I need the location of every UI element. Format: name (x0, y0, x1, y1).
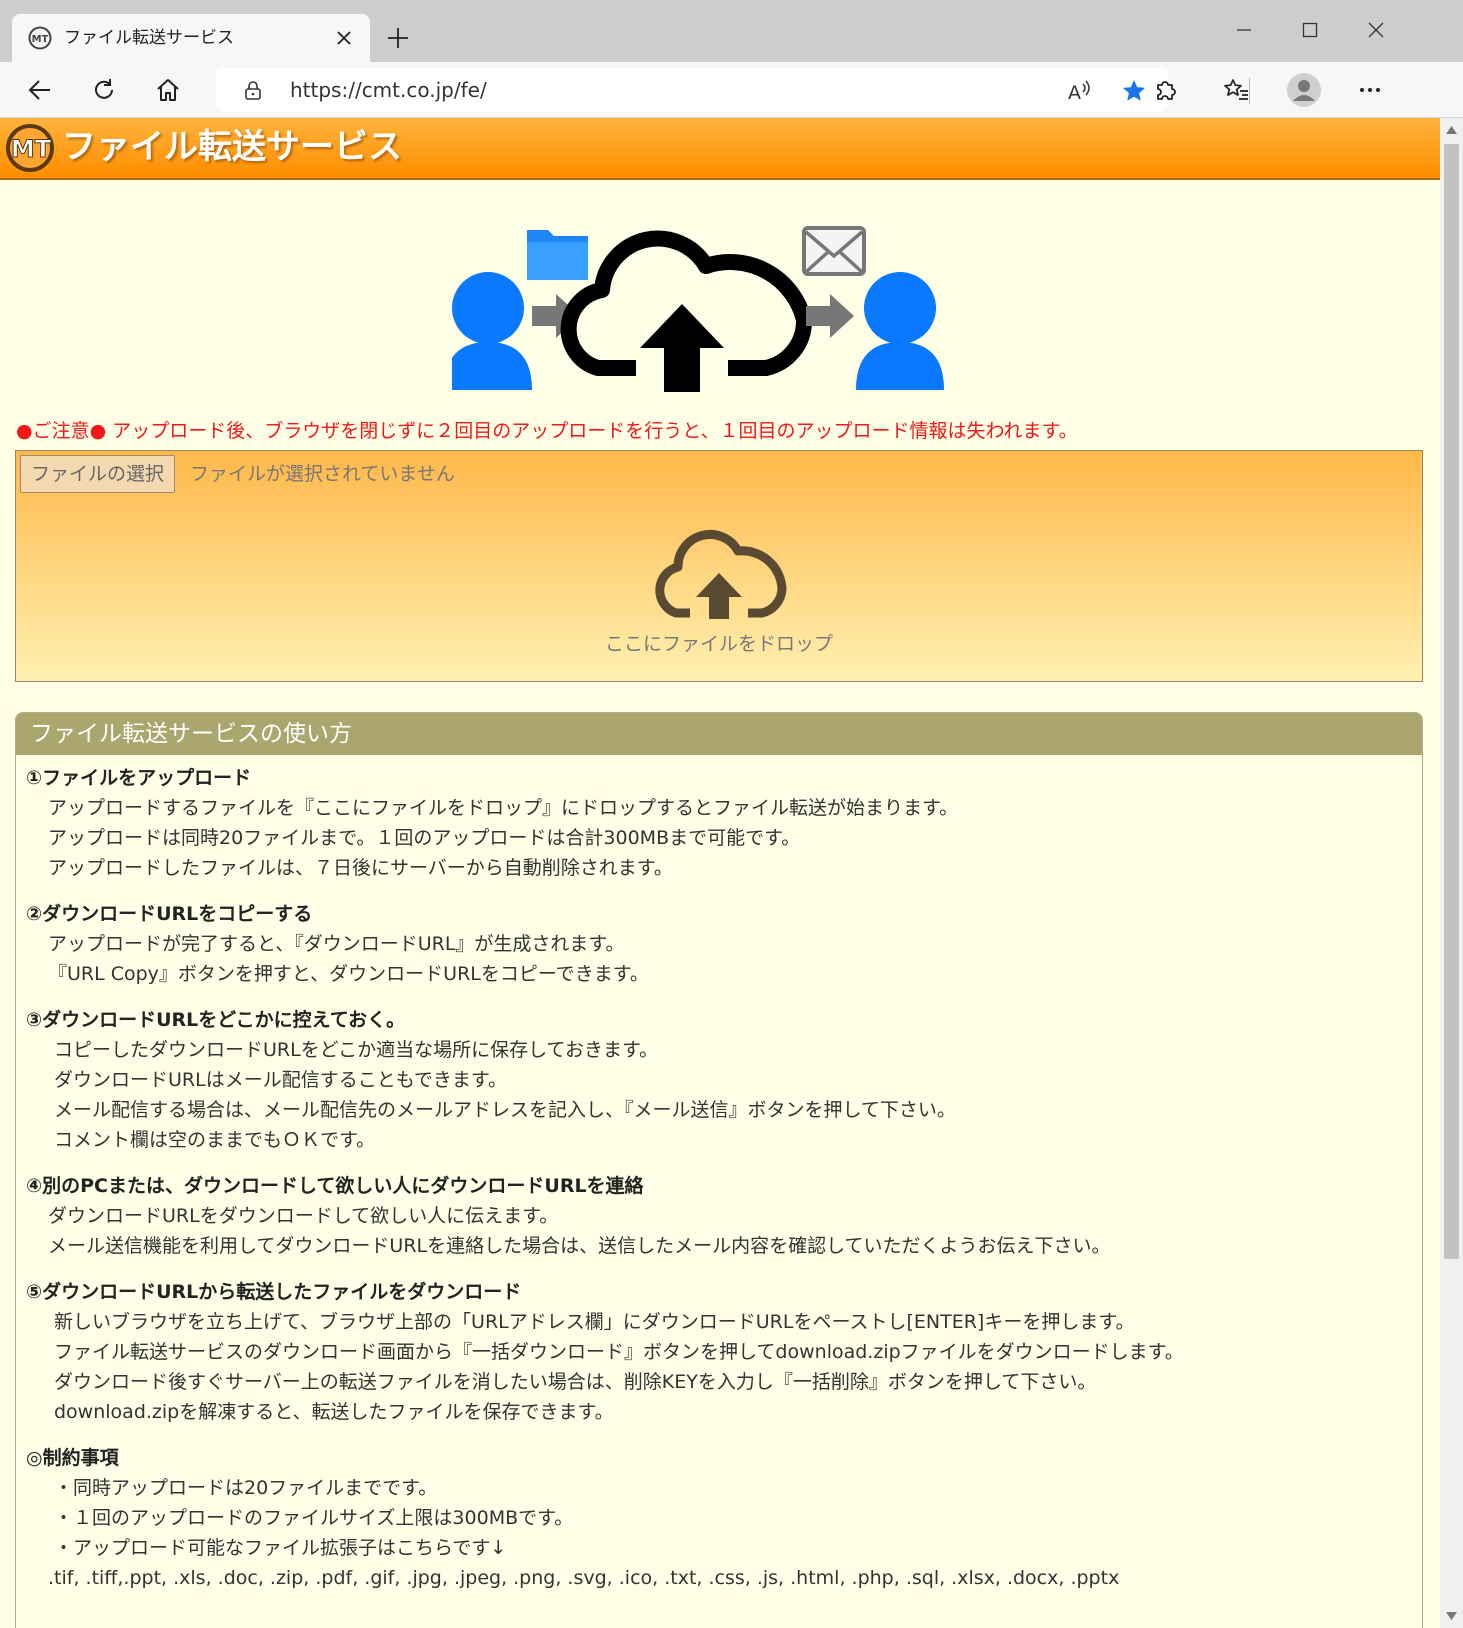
cloud-upload-icon (655, 530, 787, 619)
step-3: ③ダウンロードURLをどこかに控えておく。 コピーしたダウンロードURLをどこか… (26, 1005, 1412, 1155)
step-4: ④別のPCまたは、ダウンロードして欲しい人にダウンロードURLを連絡 ダウンロー… (26, 1171, 1412, 1261)
choose-file-button[interactable]: ファイルの選択 (20, 455, 176, 493)
hero-illustration (452, 226, 944, 392)
favorites-icon[interactable] (1222, 76, 1250, 104)
cmt-logo-icon: MT (28, 26, 52, 50)
step-line: アップロードは同時20ファイルまで。１回のアップロードは合計300MBまで可能で… (48, 827, 801, 849)
drop-label: ここにファイルをドロップ (604, 633, 833, 655)
site-title: ファイル転送サービス (62, 127, 402, 167)
browser-toolbar: https://cmt.co.jp/fe/ A (0, 62, 1463, 118)
plus-icon[interactable] (384, 24, 412, 52)
howto-header: ファイル転送サービスの使い方 (16, 713, 1422, 755)
url-text[interactable]: https://cmt.co.jp/fe/ (290, 78, 487, 102)
address-bar[interactable]: https://cmt.co.jp/fe/ A (216, 68, 1168, 112)
step-line: 新しいブラウザを立ち上げて、ブラウザ上部の「URLアドレス欄」にダウンロードUR… (54, 1311, 1135, 1333)
restrictions: ◎制約事項 ・同時アップロードは20ファイルまでです。 ・１回のアップロードのフ… (26, 1443, 1412, 1593)
mail-icon (802, 226, 866, 276)
step-line: ファイル転送サービスのダウンロード画面から『一括ダウンロード』ボタンを押してdo… (54, 1341, 1184, 1363)
browser-tab-bar: MT ファイル転送サービス (0, 0, 1463, 62)
step-line: コメント欄は空のままでもＯＫです。 (54, 1129, 376, 1151)
folder-icon (527, 230, 588, 280)
step-title: ①ファイルをアップロード (26, 767, 252, 789)
svg-text:MT: MT (11, 135, 52, 163)
file-status: ファイルが選択されていません (190, 463, 455, 485)
restriction-line: ・１回のアップロードのファイルサイズ上限は300MBです。 (54, 1507, 574, 1529)
file-dropzone[interactable]: ファイルの選択 ファイルが選択されていません ここにファイルをドロップ (15, 450, 1423, 682)
step-line: ダウンロード後すぐサーバー上の転送ファイルを消したい場合は、削除KEYを入力し『… (54, 1371, 1097, 1393)
step-line: ダウンロードURLはメール配信することもできます。 (54, 1069, 508, 1091)
close-icon[interactable] (332, 26, 356, 50)
arrow-right-icon (806, 294, 854, 338)
step-line: コピーしたダウンロードURLをどこか適当な場所に保存しておきます。 (54, 1039, 659, 1061)
browser-tab-active[interactable]: MT ファイル転送サービス (12, 14, 370, 62)
lock-icon[interactable] (242, 79, 264, 101)
page-scrollbar[interactable] (1440, 118, 1463, 1628)
step-line: メール送信機能を利用してダウンロードURLを連絡した場合は、送信したメール内容を… (48, 1235, 1111, 1257)
step-2: ②ダウンロードURLをコピーする アップロードが完了すると、『ダウンロードURL… (26, 899, 1412, 989)
restriction-line: ・同時アップロードは20ファイルまでです。 (54, 1477, 438, 1499)
step-line: download.zipを解凍すると、転送したファイルを保存できます。 (54, 1401, 614, 1423)
scroll-down-icon[interactable] (1446, 1612, 1457, 1620)
step-line: アップロードが完了すると、『ダウンロードURL』が生成されます。 (48, 933, 625, 955)
howto-section: ファイル転送サービスの使い方 ①ファイルをアップロード アップロードするファイル… (15, 712, 1423, 1628)
cmt-logo-icon: MT (6, 124, 54, 172)
tab-title: ファイル転送サービス (64, 28, 234, 48)
step-title: ⑤ダウンロードURLから転送したファイルをダウンロード (26, 1281, 522, 1303)
maximize-icon[interactable] (1296, 16, 1324, 44)
howto-title: ファイル転送サービスの使い方 (30, 721, 352, 747)
step-title: ③ダウンロードURLをどこかに控えておく。 (26, 1009, 406, 1031)
person-icon (856, 272, 944, 390)
step-5: ⑤ダウンロードURLから転送したファイルをダウンロード 新しいブラウザを立ち上げ… (26, 1277, 1412, 1427)
page-viewport: MT ファイル転送サービス ●ご注意● アップロード後、ブラウザを閉じずに２回目… (0, 118, 1440, 1628)
svg-text:A: A (1068, 82, 1081, 104)
restriction-line: ・アップロード可能なファイル拡張子はこちらです↓ (54, 1537, 507, 1559)
site-header: MT ファイル転送サービス (0, 118, 1440, 180)
allowed-extensions: .tif, .tiff,.ppt, .xls, .doc, .zip, .pdf… (48, 1567, 1120, 1589)
scroll-up-icon[interactable] (1446, 126, 1457, 134)
home-icon[interactable] (154, 76, 182, 104)
step-1: ①ファイルをアップロード アップロードするファイルを『ここにファイルをドロップ』… (26, 763, 1412, 883)
minimize-icon[interactable] (1230, 16, 1258, 44)
howto-body: ①ファイルをアップロード アップロードするファイルを『ここにファイルをドロップ』… (16, 755, 1422, 1593)
upload-arrow-icon (640, 304, 724, 392)
more-icon[interactable] (1356, 76, 1384, 104)
step-title: ②ダウンロードURLをコピーする (26, 903, 313, 925)
refresh-icon[interactable] (90, 76, 118, 104)
step-line: 『URL Copy』ボタンを押すと、ダウンロードURLをコピーできます。 (48, 963, 649, 985)
upload-notice: ●ご注意● アップロード後、ブラウザを閉じずに２回目のアップロードを行うと、１回… (16, 420, 1078, 442)
person-icon (452, 272, 532, 390)
step-title: ④別のPCまたは、ダウンロードして欲しい人にダウンロードURLを連絡 (26, 1175, 644, 1197)
extensions-icon[interactable] (1152, 76, 1180, 104)
close-icon[interactable] (1362, 16, 1390, 44)
back-icon[interactable] (26, 76, 54, 104)
scrollbar-thumb[interactable] (1444, 144, 1459, 1259)
star-icon[interactable] (1120, 77, 1148, 105)
restrictions-title: ◎制約事項 (26, 1447, 119, 1469)
svg-text:MT: MT (32, 34, 49, 45)
step-line: ダウンロードURLをダウンロードして欲しい人に伝えます。 (48, 1205, 559, 1227)
step-line: アップロードするファイルを『ここにファイルをドロップ』にドロップするとファイル転… (48, 797, 959, 819)
read-aloud-icon[interactable]: A (1066, 78, 1094, 104)
step-line: アップロードしたファイルは、７日後にサーバーから自動削除されます。 (48, 857, 673, 879)
profile-icon[interactable] (1284, 70, 1324, 110)
step-line: メール配信する場合は、メール配信先のメールアドレスを記入し、『メール送信』ボタン… (54, 1099, 956, 1121)
